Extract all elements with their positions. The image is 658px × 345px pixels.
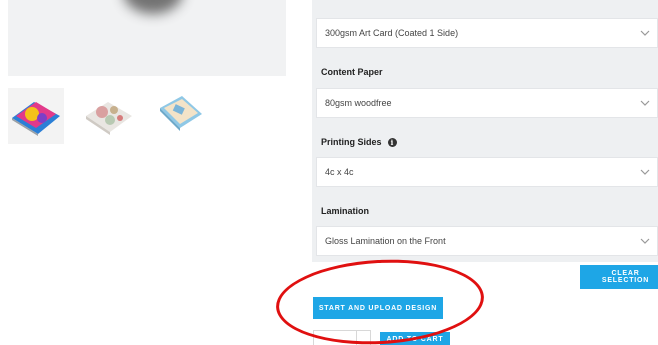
cover-paper-select[interactable]: 300gsm Art Card (Coated 1 Side) [316, 18, 658, 48]
cover-paper-value: 300gsm Art Card (Coated 1 Side) [325, 28, 459, 38]
printing-sides-value: 4c x 4c [325, 167, 354, 177]
content-paper-value: 80gsm woodfree [325, 98, 392, 108]
chevron-down-icon [640, 100, 650, 106]
thumbnail-colorful-booklet[interactable] [8, 88, 64, 144]
product-photo-shadow [123, 0, 183, 14]
thumbnail-blue-booklet[interactable] [152, 88, 208, 144]
lamination-value: Gloss Lamination on the Front [325, 236, 446, 246]
quantity-stepper-divider [356, 331, 370, 345]
lamination-label: Lamination [321, 206, 369, 216]
lamination-select[interactable]: Gloss Lamination on the Front [316, 226, 658, 256]
info-icon[interactable]: i [387, 137, 397, 147]
content-paper-select[interactable]: 80gsm woodfree [316, 88, 658, 118]
quantity-stepper[interactable] [313, 330, 371, 345]
product-options-panel: 300gsm Art Card (Coated 1 Side) Content … [312, 0, 658, 262]
content-paper-label-text: Content Paper [321, 67, 383, 77]
thumbnail-illustrated-booklet[interactable] [80, 88, 136, 144]
start-and-upload-design-button[interactable]: START AND UPLOAD DESIGN [313, 297, 443, 319]
chevron-down-icon [640, 30, 650, 36]
printing-sides-label-text: Printing Sides [321, 137, 382, 147]
content-paper-label: Content Paper [321, 67, 383, 77]
chevron-down-icon [640, 238, 650, 244]
lamination-label-text: Lamination [321, 206, 370, 216]
clear-selection-button[interactable]: CLEAR SELECTION [580, 265, 658, 289]
add-to-cart-button[interactable]: ADD TO CART [380, 332, 450, 345]
printing-sides-label: Printing Sides i [321, 137, 397, 147]
product-main-image [8, 0, 286, 76]
chevron-down-icon [640, 169, 650, 175]
thumbnail-strip [8, 88, 208, 144]
printing-sides-select[interactable]: 4c x 4c [316, 157, 658, 187]
